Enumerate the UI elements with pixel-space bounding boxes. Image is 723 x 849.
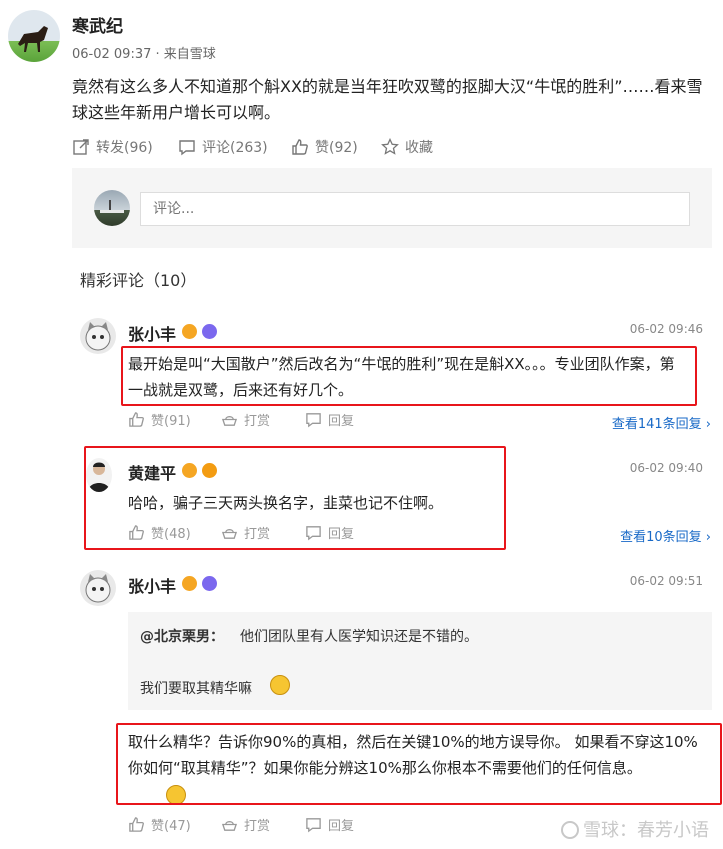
comment-avatar[interactable] <box>86 458 112 492</box>
repost-label: 转发(96) <box>96 140 153 156</box>
like-button[interactable]: 赞(92) <box>291 137 358 157</box>
gold-badge-icon <box>182 576 197 591</box>
tip-icon <box>221 821 238 831</box>
share-icon <box>73 139 89 155</box>
highlight-box <box>121 346 697 406</box>
comment-text: 哈哈，骗子三天两头换名字，韭菜也记不住啊。 <box>128 494 444 512</box>
comment-tip-button[interactable]: 打赏 <box>221 410 270 429</box>
reply-icon <box>306 818 321 833</box>
quoted-text: 他们团队里有人医学知识还是不错的。 <box>240 629 478 645</box>
highlight-box <box>116 723 722 805</box>
reply-icon <box>306 413 321 428</box>
cat-avatar-icon <box>85 322 111 351</box>
comment-icon <box>179 140 195 156</box>
cat-avatar-icon <box>85 574 111 603</box>
comment-reply-label: 回复 <box>328 819 355 834</box>
comment-avatar[interactable] <box>80 570 116 606</box>
comment-like-button[interactable]: 赞(91) <box>128 410 191 429</box>
gold-badge-icon <box>182 324 197 339</box>
star-icon <box>381 138 399 155</box>
comment-like-label: 赞(91) <box>151 414 191 429</box>
comment-tip-label: 打赏 <box>244 527 271 542</box>
comment-time: 06-02 09:40 <box>629 461 703 475</box>
post-body: 竟然有这么多人不知道那个斛XX的就是当年狂吹双鹭的抠脚大汉“牛氓的胜利”……看来… <box>72 77 703 122</box>
chevron-right-icon: › <box>705 417 711 432</box>
comment-like-label: 赞(47) <box>151 819 191 834</box>
horse-icon <box>18 26 48 52</box>
person-avatar-icon <box>88 462 110 492</box>
comment-label: 评论(263) <box>202 140 268 156</box>
comment-like-button[interactable]: 赞(48) <box>128 523 191 542</box>
comment-user-name[interactable]: 黄建平 <box>128 460 176 484</box>
post-author-avatar[interactable] <box>8 10 60 62</box>
comment-like-label: 赞(48) <box>151 527 191 542</box>
comment-like-button[interactable]: 赞(47) <box>128 815 191 834</box>
current-user-avatar[interactable] <box>94 190 130 226</box>
quoted-text-2: 我们要取其精华嘛 <box>140 681 252 697</box>
comment-reply-button[interactable]: 回复 <box>305 815 354 834</box>
thumbs-up-icon <box>129 817 144 832</box>
snowball-logo-icon <box>561 821 579 839</box>
post-meta: 06-02 09:37 · 来自雪球 <box>72 47 216 62</box>
tip-icon <box>221 529 238 539</box>
comment-tip-label: 打赏 <box>244 819 271 834</box>
comment-reply-button[interactable]: 回复 <box>305 410 354 429</box>
view-replies-label: 查看10条回复 <box>620 530 702 545</box>
comment-tip-button[interactable]: 打赏 <box>221 523 270 542</box>
quoted-user-link[interactable]: @北京栗男： <box>140 626 224 646</box>
favorite-button[interactable]: 收藏 <box>381 137 433 157</box>
comment-reply-button[interactable]: 回复 <box>305 523 354 542</box>
watermark-text: 雪球：春芳小语 <box>583 820 709 841</box>
comment-avatar[interactable] <box>80 318 116 354</box>
watermark: 雪球：春芳小语 <box>561 816 709 842</box>
verified-badge-icon <box>202 576 217 591</box>
comment-reply-label: 回复 <box>328 527 355 542</box>
verified-badge-icon <box>202 324 217 339</box>
reply-icon <box>306 526 321 541</box>
thumbs-up-icon <box>292 139 308 155</box>
chevron-right-icon: › <box>705 530 711 545</box>
comment-time: 06-02 09:46 <box>629 322 703 336</box>
thumbs-up-icon <box>129 525 144 540</box>
view-replies-link[interactable]: 查看141条回复 › <box>612 413 711 432</box>
vip-badge-icon <box>202 463 217 478</box>
comment-button[interactable]: 评论(263) <box>178 137 268 157</box>
post-author-name[interactable]: 寒武纪 <box>72 12 123 37</box>
thumbs-up-icon <box>129 412 144 427</box>
featured-comments-title: 精彩评论（10） <box>80 271 197 290</box>
repost-button[interactable]: 转发(96) <box>72 137 153 157</box>
comment-input[interactable] <box>140 192 690 226</box>
comment-tip-button[interactable]: 打赏 <box>221 815 270 834</box>
gold-badge-icon <box>182 463 197 478</box>
view-replies-label: 查看141条回复 <box>611 417 702 432</box>
landscape-icon <box>100 200 124 213</box>
tip-icon <box>221 416 238 426</box>
favorite-label: 收藏 <box>405 140 433 156</box>
comment-reply-label: 回复 <box>328 414 355 429</box>
comment-time: 06-02 09:51 <box>629 574 703 588</box>
like-label: 赞(92) <box>315 140 358 156</box>
laughing-emoji-icon <box>270 675 290 695</box>
comment-user-name[interactable]: 张小丰 <box>128 321 176 345</box>
view-replies-link[interactable]: 查看10条回复 › <box>620 526 711 545</box>
comment-tip-label: 打赏 <box>244 414 271 429</box>
comment-user-name[interactable]: 张小丰 <box>128 573 176 597</box>
